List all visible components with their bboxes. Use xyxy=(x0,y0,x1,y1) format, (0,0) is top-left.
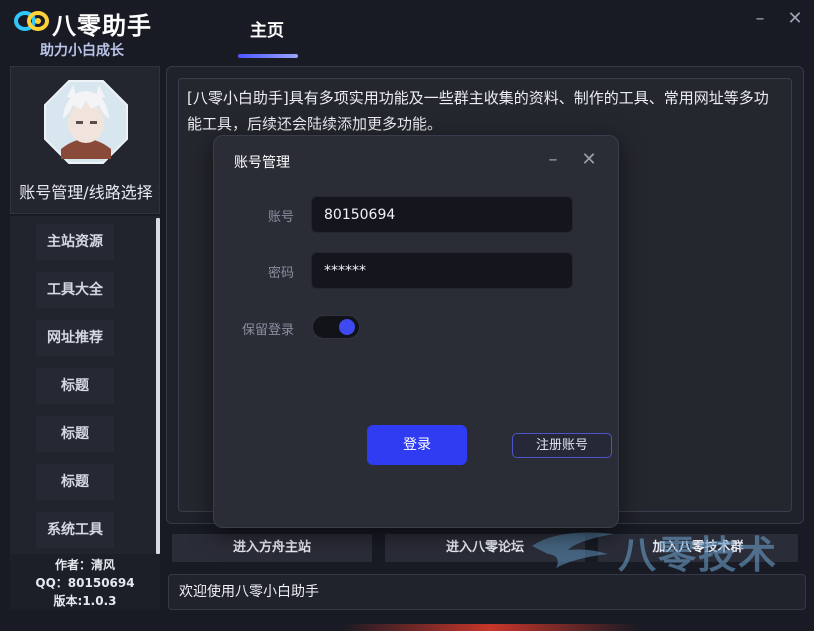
sidebar-item-tools[interactable]: 工具大全 xyxy=(36,272,114,308)
password-label: 密码 xyxy=(267,266,294,281)
sidebar-scrollbar[interactable] xyxy=(156,218,160,554)
remember-login-label: 保留登录 xyxy=(241,323,294,338)
logo-text: 八零助手 xyxy=(52,12,152,40)
status-bar: 欢迎使用八零小白助手 xyxy=(168,574,806,610)
enter-fangzhou-button[interactable]: 进入方舟主站 xyxy=(172,534,372,562)
sidebar-item-title-3[interactable]: 标题 xyxy=(36,464,114,500)
bottom-glow-decoration xyxy=(340,624,640,631)
account-label: 账号 xyxy=(267,210,294,225)
avatar xyxy=(44,80,128,164)
app-logo: 八零助手 xyxy=(14,4,164,40)
sidebar-item-title-1[interactable]: 标题 xyxy=(36,368,114,404)
tab-home[interactable]: 主页 xyxy=(236,16,298,41)
register-button[interactable]: 注册账号 xyxy=(512,433,612,458)
account-line-select-label: 账号管理/线路选择 xyxy=(19,183,153,202)
login-button[interactable]: 登录 xyxy=(367,425,467,465)
account-dialog: 账号管理 – ✕ 账号 密码 保留登录 登录 注册账号 xyxy=(213,135,619,528)
close-button[interactable]: ✕ xyxy=(784,8,806,30)
join-group-button[interactable]: 加入八零技术群 xyxy=(598,534,798,562)
password-input[interactable] xyxy=(311,252,573,289)
dialog-title: 账号管理 xyxy=(234,155,290,171)
author-name: 作者：清风 xyxy=(54,558,115,572)
app-slogan: 助力小白成长 xyxy=(40,43,124,59)
author-info: 作者：清风 QQ：80150694 版本:1.0.3 xyxy=(10,554,160,610)
sidebar-item-system-tools[interactable]: 系统工具 xyxy=(36,512,114,548)
active-tab-indicator xyxy=(238,54,298,58)
minimize-button[interactable]: – xyxy=(749,8,771,30)
title-bar: 八零助手 助力小白成长 主页 – ✕ xyxy=(0,0,814,62)
enter-forum-button[interactable]: 进入八零论坛 xyxy=(385,534,585,562)
sidebar-item-title-2[interactable]: 标题 xyxy=(36,416,114,452)
author-qq: QQ：80150694 xyxy=(35,576,135,590)
dialog-minimize-button[interactable]: – xyxy=(542,149,564,171)
app-version: 版本:1.0.3 xyxy=(53,594,117,608)
logo-icon xyxy=(14,11,49,31)
sidebar-item-main-resources[interactable]: 主站资源 xyxy=(36,224,114,260)
remember-login-toggle[interactable] xyxy=(312,315,360,339)
dialog-close-button[interactable]: ✕ xyxy=(578,149,600,171)
sidebar-item-websites[interactable]: 网址推荐 xyxy=(36,320,114,356)
profile-card[interactable]: 账号管理/线路选择 xyxy=(10,66,160,214)
account-input[interactable] xyxy=(311,196,573,233)
toggle-knob xyxy=(339,319,355,335)
